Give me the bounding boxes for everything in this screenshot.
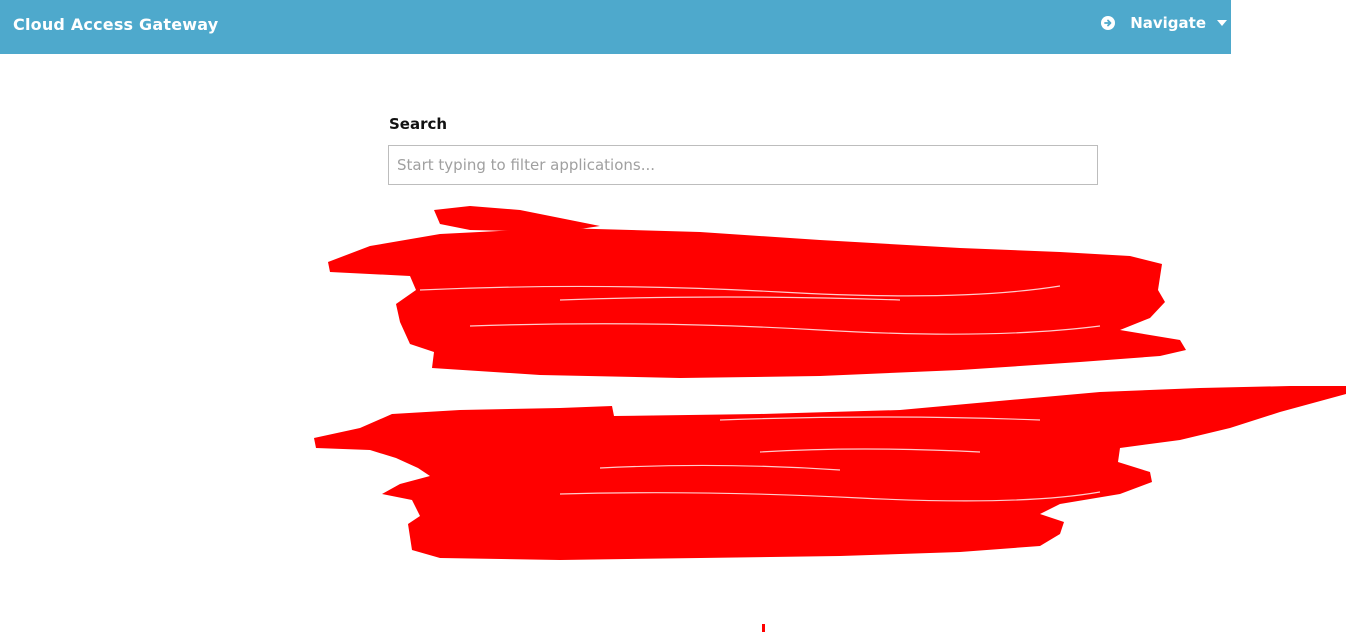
top-navbar: Cloud Access Gateway Navigate [0, 0, 1231, 54]
search-input[interactable] [388, 145, 1098, 185]
caret-down-icon [1217, 20, 1227, 26]
navigate-menu[interactable]: Navigate [1101, 14, 1227, 32]
search-label: Search [389, 115, 448, 133]
redaction-scribble [314, 206, 1346, 632]
arrow-circle-right-icon [1101, 16, 1116, 30]
app-title[interactable]: Cloud Access Gateway [13, 15, 218, 34]
navigate-label: Navigate [1130, 14, 1206, 32]
